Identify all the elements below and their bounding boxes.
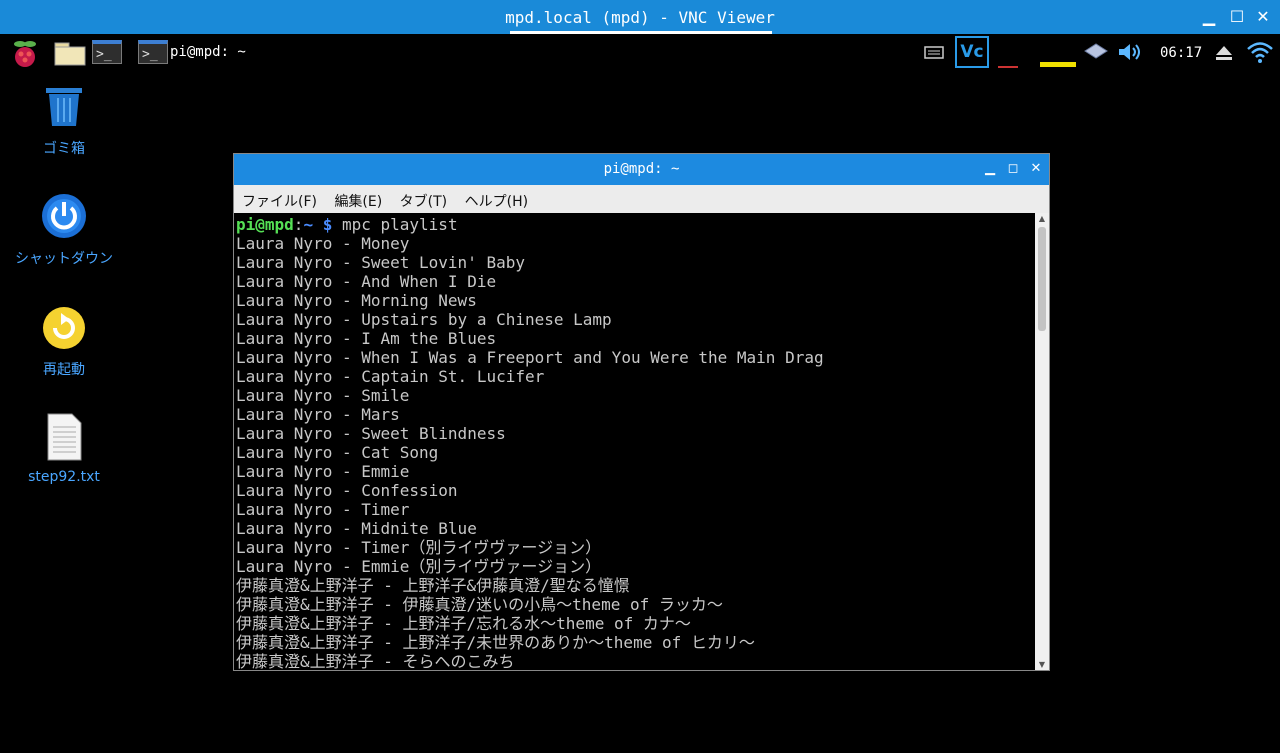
- prompt-command: mpc playlist: [332, 215, 458, 234]
- playlist-line: Laura Nyro - Money: [236, 234, 410, 253]
- playlist-line: Laura Nyro - Emmie: [236, 462, 410, 481]
- menu-tabs[interactable]: タブ(T): [392, 185, 452, 211]
- playlist-line: Laura Nyro - Cat Song: [236, 443, 439, 462]
- menu-help[interactable]: ヘルプ(H): [457, 185, 533, 211]
- desktop-icon-reboot[interactable]: 再起動: [9, 305, 119, 379]
- cpu-indicator: [998, 66, 1018, 68]
- trash-icon: [46, 88, 82, 126]
- playlist-line: Laura Nyro - Sweet Lovin' Baby: [236, 253, 525, 272]
- eject-icon[interactable]: [1214, 44, 1234, 66]
- vnc-titlebar: mpd.local (mpd) - VNC Viewer ▁ ☐ ✕: [0, 0, 1280, 34]
- keyboard-icon[interactable]: [924, 44, 944, 60]
- prompt-path: ~ $: [303, 215, 333, 234]
- scroll-up-arrow[interactable]: ▲: [1035, 214, 1049, 223]
- terminal-maximize-button[interactable]: ◻: [1004, 160, 1022, 178]
- wifi-icon[interactable]: [1246, 40, 1274, 68]
- terminal-task-icon[interactable]: >_: [138, 40, 168, 64]
- playlist-line: Laura Nyro - Morning News: [236, 291, 477, 310]
- playlist-line: Laura Nyro - Timer（別ライヴヴァージョン）: [236, 538, 602, 557]
- terminal-scrollbar[interactable]: ▲ ▼: [1035, 213, 1049, 670]
- prompt-separator: :: [293, 215, 304, 234]
- scrollbar-thumb[interactable]: [1038, 227, 1046, 331]
- menu-file[interactable]: ファイル(F): [234, 185, 322, 211]
- playlist-line: 伊藤真澄&上野洋子 - 上野洋子/未世界のありか～theme of ヒカリ～: [236, 633, 755, 652]
- vnc-server-icon[interactable]: Vc: [955, 36, 989, 68]
- playlist-output: Laura Nyro - Money Laura Nyro - Sweet Lov…: [236, 234, 1035, 670]
- volume-icon[interactable]: [1117, 42, 1145, 66]
- desktop-icon-label: step92.txt: [28, 469, 100, 485]
- desktop-icon-label: ゴミ箱: [43, 141, 85, 157]
- playlist-line: Laura Nyro - Sweet Blindness: [236, 424, 506, 443]
- playlist-line: Laura Nyro - When I Was a Freeport and Y…: [236, 348, 824, 367]
- desktop-icon-label: 再起動: [43, 362, 85, 378]
- playlist-line: Laura Nyro - Emmie（別ライヴヴァージョン）: [236, 557, 602, 576]
- playlist-line: Laura Nyro - Confession: [236, 481, 458, 500]
- playlist-line: 伊藤真澄&上野洋子 - 上野洋子&伊藤真澄/聖なる憧憬: [236, 576, 630, 595]
- cpu-usage-bar: [1040, 62, 1076, 67]
- playlist-line: Laura Nyro - Midnite Blue: [236, 519, 477, 538]
- playlist-line: 伊藤真澄&上野洋子 - そらへのこみち: [236, 652, 515, 670]
- vnc-badge-text: Vc: [960, 42, 984, 62]
- prompt-user: pi@mpd: [236, 215, 294, 234]
- playlist-line: Laura Nyro - I Am the Blues: [236, 329, 497, 348]
- terminal-title: pi@mpd: ~: [603, 161, 680, 177]
- playlist-line: Laura Nyro - Mars: [236, 405, 400, 424]
- playlist-line: Laura Nyro - And When I Die: [236, 272, 497, 291]
- desktop-icon-shutdown[interactable]: シャットダウン: [9, 192, 119, 268]
- clock[interactable]: 06:17: [1160, 45, 1202, 61]
- terminal-output[interactable]: pi@mpd:~ $ mpc playlist Laura Nyro - Mone…: [234, 213, 1035, 670]
- playlist-line: Laura Nyro - Upstairs by a Chinese Lamp: [236, 310, 612, 329]
- terminal-close-button[interactable]: ✕: [1027, 160, 1045, 178]
- playlist-line: 伊藤真澄&上野洋子 - 上野洋子/忘れる水～theme of カナ～: [236, 614, 691, 633]
- desktop-icon-label: シャットダウン: [15, 251, 113, 267]
- terminal-menubar: ファイル(F) 編集(E) タブ(T) ヘルプ(H): [234, 185, 1049, 213]
- terminal-window[interactable]: pi@mpd: ~ ▁ ◻ ✕ ファイル(F) 編集(E) タブ(T) ヘルプ(…: [233, 153, 1050, 671]
- power-icon: [42, 194, 86, 238]
- playlist-line: Laura Nyro - Timer: [236, 500, 410, 519]
- terminal-launcher-icon[interactable]: >_: [92, 40, 122, 64]
- desktop-icon-trash[interactable]: ゴミ箱: [9, 84, 119, 158]
- vnc-close-button[interactable]: ✕: [1252, 6, 1274, 28]
- vnc-maximize-button[interactable]: ☐: [1226, 6, 1248, 28]
- playlist-line: Laura Nyro - Captain St. Lucifer: [236, 367, 545, 386]
- desktop-icon-step92-txt[interactable]: step92.txt: [9, 413, 119, 485]
- prompt-line: pi@mpd:~ $ mpc playlist: [236, 215, 1035, 234]
- taskbar-task-label[interactable]: pi@mpd: ~: [170, 44, 246, 60]
- playlist-line: 伊藤真澄&上野洋子 - 伊藤真澄/迷いの小鳥～theme of ラッカ～: [236, 595, 723, 614]
- menu-edit[interactable]: 編集(E): [326, 185, 387, 211]
- playlist-line: Laura Nyro - Smile: [236, 386, 410, 405]
- raspberry-menu-icon[interactable]: [10, 38, 40, 70]
- bluetooth-device-icon[interactable]: [1083, 42, 1109, 64]
- text-file-icon: [47, 413, 82, 461]
- terminal-titlebar[interactable]: pi@mpd: ~ ▁ ◻ ✕: [234, 154, 1049, 185]
- file-manager-icon[interactable]: [54, 40, 86, 66]
- reboot-icon: [43, 307, 85, 349]
- scroll-down-arrow[interactable]: ▼: [1035, 660, 1049, 669]
- vnc-window-title: mpd.local (mpd) - VNC Viewer: [505, 8, 775, 27]
- terminal-minimize-button[interactable]: ▁: [981, 160, 999, 178]
- vnc-minimize-button[interactable]: ▁: [1198, 6, 1220, 28]
